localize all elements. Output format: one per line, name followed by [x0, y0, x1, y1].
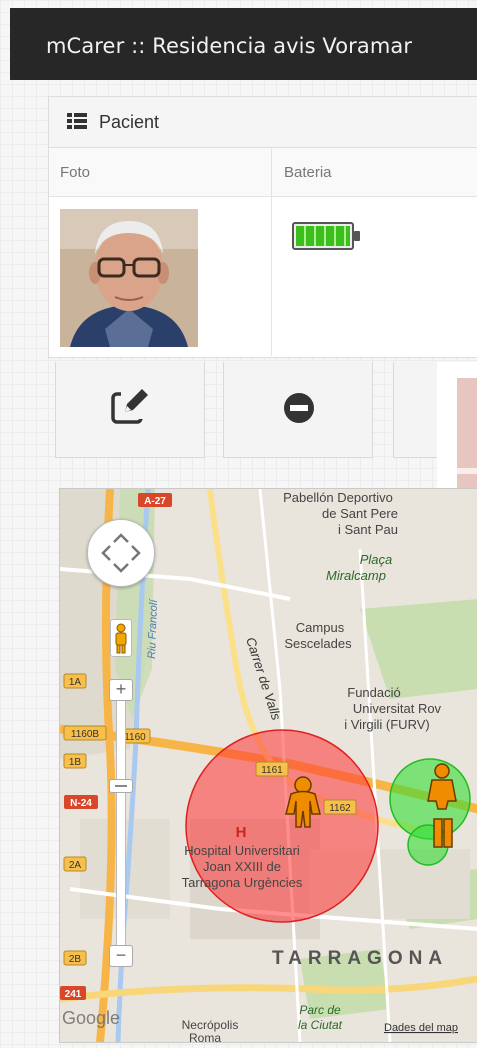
top-navbar: mCarer :: Residencia avis Voramar [10, 8, 477, 80]
patient-panel: Pacient Foto Bateria [48, 96, 477, 358]
edit-icon [111, 389, 151, 424]
street-view-pegman[interactable] [110, 619, 132, 657]
panel-title: Pacient [99, 112, 160, 132]
table-header: Foto Bateria [49, 148, 477, 197]
svg-text:i Virgili (FURV): i Virgili (FURV) [344, 717, 429, 732]
column-header-bateria: Bateria [284, 164, 332, 181]
svg-text:1160B: 1160B [71, 729, 100, 740]
remove-button[interactable] [223, 362, 373, 458]
svg-text:Fundació: Fundació [347, 685, 400, 700]
svg-text:la Ciutat: la Ciutat [298, 1018, 343, 1032]
svg-text:1161: 1161 [261, 765, 283, 776]
patient-photo [60, 209, 198, 347]
column-header-foto: Foto [60, 164, 91, 181]
zoom-in-button[interactable]: + [109, 679, 133, 701]
list-icon [67, 113, 87, 129]
pan-arrows-icon [101, 533, 141, 573]
pegman-icon [115, 623, 127, 654]
svg-text:de Sant Pere: de Sant Pere [322, 506, 398, 521]
svg-text:Google: Google [62, 1008, 120, 1028]
zoom-out-button[interactable]: − [109, 945, 133, 967]
panel-heading: Pacient [49, 97, 477, 148]
svg-text:2B: 2B [69, 954, 82, 965]
svg-text:Hospital Universitari: Hospital Universitari [184, 843, 300, 858]
svg-text:Plaça: Plaça [360, 552, 393, 567]
svg-text:1B: 1B [69, 757, 82, 768]
svg-text:Riu Francolí: Riu Francolí [146, 598, 160, 659]
battery-cell [282, 207, 434, 283]
svg-text:1162: 1162 [329, 803, 351, 814]
column-divider [271, 148, 272, 356]
svg-text:Sescelades: Sescelades [284, 636, 352, 651]
svg-text:N-24: N-24 [70, 798, 92, 809]
svg-text:TARRAGONA: TARRAGONA [272, 948, 448, 969]
svg-text:Campus: Campus [296, 620, 345, 635]
svg-text:Roma: Roma [189, 1031, 221, 1042]
svg-text:A-27: A-27 [144, 496, 166, 507]
minus-circle-icon [284, 393, 314, 423]
map-pan-control[interactable] [87, 519, 155, 587]
app-title: mCarer :: Residencia avis Voramar [46, 34, 413, 58]
battery-icon [292, 222, 354, 250]
svg-text:Tarragona Urgències: Tarragona Urgències [182, 875, 303, 890]
svg-text:Dades del map: Dades del map [384, 1022, 458, 1034]
svg-text:Universitat Rov: Universitat Rov [353, 701, 442, 716]
map[interactable]: A-27 1A 1160B 1160 1B 1161 1162 N-24 2A … [59, 488, 477, 1043]
svg-text:1160: 1160 [124, 732, 146, 743]
svg-text:Joan XXIII de: Joan XXIII de [203, 859, 281, 874]
zoom-slider-thumb[interactable] [109, 779, 133, 793]
svg-text:Parc de: Parc de [299, 1003, 341, 1017]
svg-text:i Sant Pau: i Sant Pau [338, 522, 398, 537]
svg-text:Necrópolis: Necrópolis [182, 1018, 239, 1032]
svg-text:Pabellón Deportivo: Pabellón Deportivo [283, 490, 393, 505]
svg-text:2A: 2A [69, 860, 82, 871]
svg-text:1A: 1A [69, 677, 82, 688]
edit-button[interactable] [55, 362, 205, 458]
zoom-slider-track[interactable] [116, 695, 126, 957]
svg-text:241: 241 [65, 989, 82, 1000]
svg-text:Miralcamp: Miralcamp [326, 568, 386, 583]
svg-text:H: H [236, 824, 247, 841]
